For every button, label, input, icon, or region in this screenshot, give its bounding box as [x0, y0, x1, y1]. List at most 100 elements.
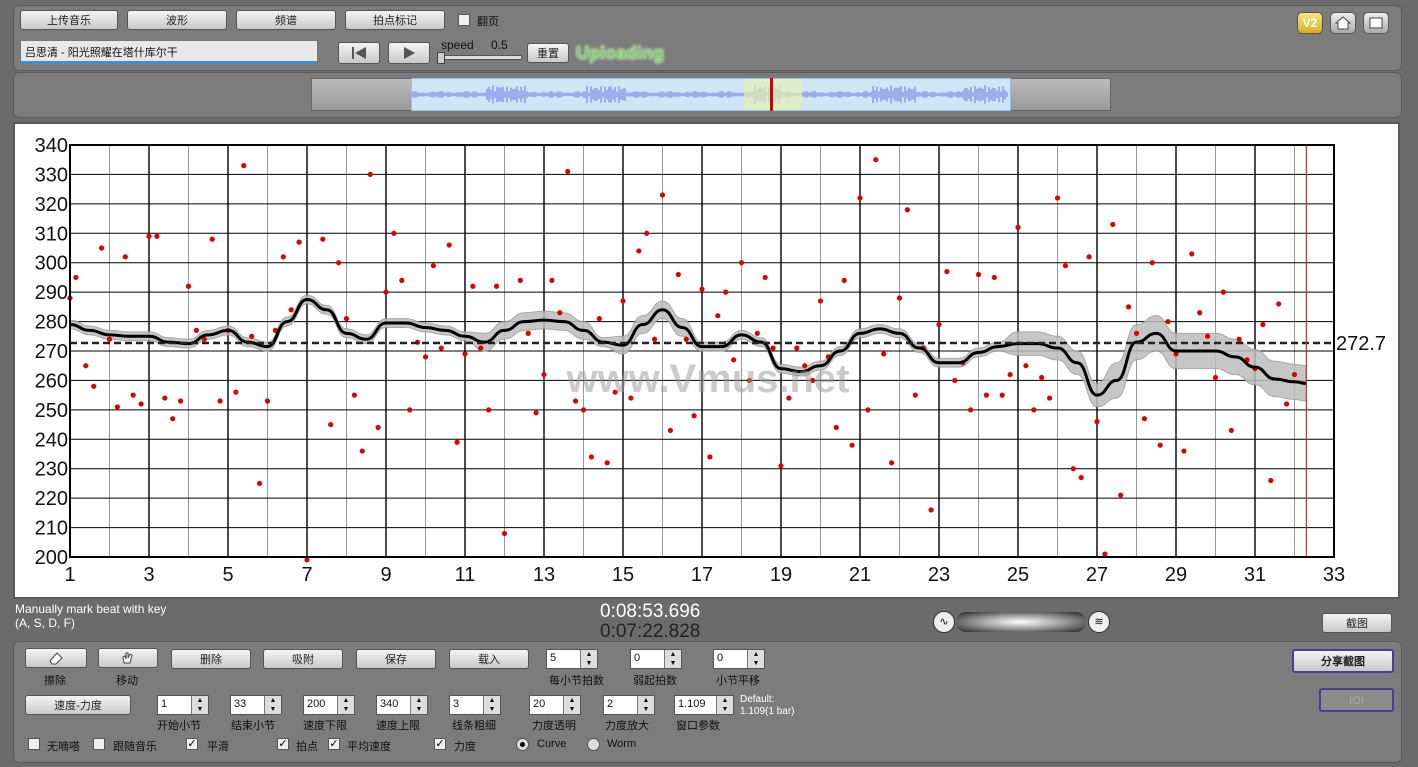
- x-tick-label: 25: [1007, 564, 1029, 586]
- v2-icon[interactable]: V2: [1297, 12, 1323, 34]
- beat-point: [1205, 333, 1211, 339]
- line-width-stepper[interactable]: 3 ▲ ▼: [449, 695, 501, 715]
- beat-point: [817, 298, 824, 304]
- volume-slider[interactable]: [956, 612, 1086, 632]
- beat-mark-button[interactable]: 拍点标记: [345, 10, 445, 30]
- snap-button[interactable]: 吸附: [263, 649, 343, 669]
- x-tick-label: 33: [1323, 564, 1345, 586]
- volume-min-icon[interactable]: ∿: [933, 611, 955, 633]
- bar-shift-stepper[interactable]: 0 ▲ ▼: [713, 649, 765, 669]
- average-tempo-checkbox-label: 平均速度: [347, 741, 391, 753]
- beat-point: [138, 401, 144, 407]
- beat-point: [762, 274, 768, 281]
- tempo-min-stepper[interactable]: 200 ▲ ▼: [303, 695, 355, 715]
- x-tick-label: 3: [143, 564, 154, 586]
- beat-point: [580, 407, 587, 413]
- delete-button[interactable]: 删除: [171, 649, 251, 669]
- beat-point: [1102, 551, 1108, 557]
- default-window-line1: Default:: [740, 694, 775, 705]
- dynamics-opacity-stepper[interactable]: 20 ▲ ▼: [529, 695, 581, 715]
- mute-tick-checkbox[interactable]: [28, 738, 40, 750]
- y-tick-label: 300: [35, 253, 68, 275]
- beat-point: [1212, 374, 1219, 381]
- average-tempo-checkbox[interactable]: ✓: [328, 738, 340, 750]
- beats-per-bar-stepper[interactable]: 5 ▲ ▼: [546, 649, 598, 669]
- overview-waveform[interactable]: [411, 78, 1011, 111]
- curve-label: Curve: [537, 738, 567, 750]
- tempo-dynamics-mode-button[interactable]: 速度-力度: [25, 695, 131, 715]
- x-tick-label: 19: [770, 564, 792, 586]
- weak-beats-stepper[interactable]: 0 ▲ ▼: [630, 649, 682, 669]
- beat-points-label: 拍点: [296, 741, 318, 753]
- flip-page-checkbox[interactable]: [458, 14, 470, 26]
- dynamics-scale-stepper[interactable]: 2 ▲ ▼: [603, 695, 655, 715]
- beat-point: [912, 392, 918, 398]
- beat-point: [691, 413, 697, 419]
- upload-music-button[interactable]: 上传音乐: [20, 10, 118, 30]
- x-tick-label: 9: [380, 564, 391, 586]
- beat-point: [1141, 416, 1147, 422]
- beat-point: [162, 395, 168, 401]
- y-tick-label: 200: [35, 547, 68, 569]
- x-tick-label: 23: [928, 564, 950, 586]
- screenshot-button[interactable]: 截图: [1322, 613, 1392, 633]
- beat-point: [841, 277, 847, 283]
- start-bar-stepper[interactable]: 1 ▲ ▼: [157, 695, 209, 715]
- beat-point: [170, 416, 176, 422]
- x-tick-label: 11: [455, 564, 476, 586]
- beat-point: [154, 233, 160, 239]
- smooth-checkbox[interactable]: ✓: [186, 738, 198, 750]
- reset-button[interactable]: 重置: [527, 43, 569, 63]
- fullscreen-icon[interactable]: [1363, 12, 1389, 34]
- save-button[interactable]: 保存: [356, 649, 436, 669]
- x-tick-label: 13: [533, 564, 555, 586]
- y-tick-label: 220: [35, 488, 68, 510]
- beat-points-checkbox[interactable]: ✓: [277, 738, 289, 750]
- beat-point: [1197, 310, 1203, 316]
- beat-point: [770, 345, 776, 351]
- beat-point: [644, 230, 650, 236]
- beat-point: [328, 421, 334, 428]
- ioi-button[interactable]: IOI: [1319, 688, 1394, 712]
- tempo-chart[interactable]: 272.7 1 3 5 7 9 11 13 15 17 19 21 23 25 27 29 31 33 3403…: [13, 122, 1400, 599]
- x-tick-label: 17: [691, 564, 713, 586]
- beat-point: [707, 454, 713, 460]
- beat-point: [178, 398, 184, 404]
- tempo-max-stepper[interactable]: 340 ▲ ▼: [376, 695, 428, 715]
- beat-point: [399, 277, 405, 283]
- spectrum-button[interactable]: 频谱: [236, 10, 336, 30]
- load-button[interactable]: 载入: [449, 649, 529, 669]
- share-screenshot-button[interactable]: 分享截图: [1292, 649, 1394, 673]
- y-tick-label: 290: [35, 282, 68, 304]
- skip-to-start-button[interactable]: [338, 42, 380, 64]
- beat-point: [422, 354, 429, 360]
- beat-point: [1260, 321, 1266, 328]
- follow-music-checkbox[interactable]: [93, 738, 105, 750]
- beat-point: [217, 398, 223, 404]
- beat-point: [73, 274, 79, 281]
- mute-tick-label: 无嘀嗒: [47, 741, 80, 753]
- end-bar-stepper[interactable]: 33 ▲ ▼: [230, 695, 282, 715]
- volume-max-icon[interactable]: ≋: [1088, 611, 1110, 633]
- beat-point: [1031, 407, 1037, 413]
- erase-button[interactable]: [25, 648, 87, 668]
- speed-slider-thumb[interactable]: [437, 52, 445, 64]
- play-button[interactable]: [388, 42, 430, 64]
- y-tick-label: 270: [35, 341, 68, 363]
- home-icon[interactable]: [1330, 12, 1356, 34]
- beat-point: [249, 333, 255, 339]
- beat-point: [1133, 330, 1140, 336]
- default-window-line2: 1.109(1 bar): [740, 706, 795, 717]
- beat-point: [857, 195, 863, 201]
- dynamics-checkbox[interactable]: ✓: [434, 738, 446, 750]
- beat-point: [83, 363, 89, 369]
- song-title-field[interactable]: 吕思清 - 阳光照耀在塔什库尔干: [20, 40, 318, 64]
- speed-slider[interactable]: [437, 52, 522, 64]
- waveform-button[interactable]: 波形: [127, 10, 227, 30]
- beat-point: [1039, 374, 1045, 381]
- move-button[interactable]: [98, 648, 158, 668]
- curve-radio[interactable]: [516, 738, 529, 751]
- worm-radio[interactable]: [587, 738, 600, 751]
- window-param-stepper[interactable]: 1.109 ▲ ▼: [674, 695, 734, 715]
- overview-playhead[interactable]: [770, 78, 773, 111]
